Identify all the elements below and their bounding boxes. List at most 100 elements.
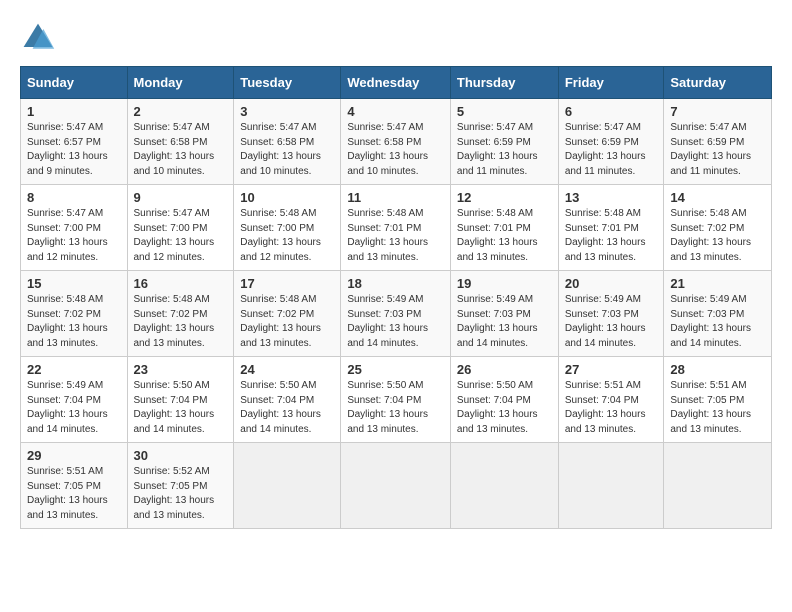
day-number: 28 [670, 362, 765, 377]
day-number: 13 [565, 190, 658, 205]
calendar-cell [234, 443, 341, 529]
day-info: Sunrise: 5:47 AM Sunset: 6:59 PM Dayligh… [457, 121, 552, 179]
weekday-header: Sunday [21, 67, 128, 99]
calendar-cell: 29 Sunrise: 5:51 AM Sunset: 7:05 PM Dayl… [21, 443, 128, 529]
day-number: 7 [670, 104, 765, 119]
calendar-cell: 28 Sunrise: 5:51 AM Sunset: 7:05 PM Dayl… [664, 357, 772, 443]
weekday-header: Monday [127, 67, 234, 99]
day-number: 18 [347, 276, 444, 291]
day-number: 23 [134, 362, 228, 377]
calendar-cell: 9 Sunrise: 5:47 AM Sunset: 7:00 PM Dayli… [127, 185, 234, 271]
day-number: 1 [27, 104, 121, 119]
day-info: Sunrise: 5:49 AM Sunset: 7:04 PM Dayligh… [27, 379, 121, 437]
day-info: Sunrise: 5:49 AM Sunset: 7:03 PM Dayligh… [670, 293, 765, 351]
day-info: Sunrise: 5:48 AM Sunset: 7:01 PM Dayligh… [565, 207, 658, 265]
calendar-cell: 11 Sunrise: 5:48 AM Sunset: 7:01 PM Dayl… [341, 185, 451, 271]
calendar-cell: 24 Sunrise: 5:50 AM Sunset: 7:04 PM Dayl… [234, 357, 341, 443]
day-info: Sunrise: 5:48 AM Sunset: 7:02 PM Dayligh… [670, 207, 765, 265]
calendar-cell [558, 443, 664, 529]
calendar-cell: 15 Sunrise: 5:48 AM Sunset: 7:02 PM Dayl… [21, 271, 128, 357]
day-info: Sunrise: 5:48 AM Sunset: 7:02 PM Dayligh… [134, 293, 228, 351]
calendar-cell: 18 Sunrise: 5:49 AM Sunset: 7:03 PM Dayl… [341, 271, 451, 357]
calendar-cell: 8 Sunrise: 5:47 AM Sunset: 7:00 PM Dayli… [21, 185, 128, 271]
calendar-cell: 13 Sunrise: 5:48 AM Sunset: 7:01 PM Dayl… [558, 185, 664, 271]
day-info: Sunrise: 5:47 AM Sunset: 7:00 PM Dayligh… [27, 207, 121, 265]
day-info: Sunrise: 5:49 AM Sunset: 7:03 PM Dayligh… [457, 293, 552, 351]
day-number: 17 [240, 276, 334, 291]
calendar-table: SundayMondayTuesdayWednesdayThursdayFrid… [20, 66, 772, 529]
day-info: Sunrise: 5:47 AM Sunset: 6:59 PM Dayligh… [670, 121, 765, 179]
calendar-week: 15 Sunrise: 5:48 AM Sunset: 7:02 PM Dayl… [21, 271, 772, 357]
day-info: Sunrise: 5:51 AM Sunset: 7:05 PM Dayligh… [670, 379, 765, 437]
day-info: Sunrise: 5:50 AM Sunset: 7:04 PM Dayligh… [134, 379, 228, 437]
calendar-cell: 27 Sunrise: 5:51 AM Sunset: 7:04 PM Dayl… [558, 357, 664, 443]
calendar-cell: 14 Sunrise: 5:48 AM Sunset: 7:02 PM Dayl… [664, 185, 772, 271]
calendar-cell [450, 443, 558, 529]
calendar-cell: 6 Sunrise: 5:47 AM Sunset: 6:59 PM Dayli… [558, 99, 664, 185]
day-number: 25 [347, 362, 444, 377]
day-info: Sunrise: 5:47 AM Sunset: 6:58 PM Dayligh… [240, 121, 334, 179]
calendar-week: 8 Sunrise: 5:47 AM Sunset: 7:00 PM Dayli… [21, 185, 772, 271]
calendar-cell: 30 Sunrise: 5:52 AM Sunset: 7:05 PM Dayl… [127, 443, 234, 529]
day-number: 14 [670, 190, 765, 205]
calendar-week: 1 Sunrise: 5:47 AM Sunset: 6:57 PM Dayli… [21, 99, 772, 185]
day-info: Sunrise: 5:47 AM Sunset: 6:57 PM Dayligh… [27, 121, 121, 179]
day-number: 3 [240, 104, 334, 119]
day-info: Sunrise: 5:51 AM Sunset: 7:05 PM Dayligh… [27, 465, 121, 523]
day-info: Sunrise: 5:48 AM Sunset: 7:01 PM Dayligh… [457, 207, 552, 265]
logo [20, 20, 62, 56]
weekday-header: Tuesday [234, 67, 341, 99]
calendar-cell [341, 443, 451, 529]
calendar-week: 22 Sunrise: 5:49 AM Sunset: 7:04 PM Dayl… [21, 357, 772, 443]
calendar-cell: 26 Sunrise: 5:50 AM Sunset: 7:04 PM Dayl… [450, 357, 558, 443]
day-info: Sunrise: 5:48 AM Sunset: 7:02 PM Dayligh… [27, 293, 121, 351]
day-number: 12 [457, 190, 552, 205]
day-info: Sunrise: 5:47 AM Sunset: 6:59 PM Dayligh… [565, 121, 658, 179]
day-number: 15 [27, 276, 121, 291]
day-info: Sunrise: 5:48 AM Sunset: 7:01 PM Dayligh… [347, 207, 444, 265]
day-info: Sunrise: 5:47 AM Sunset: 6:58 PM Dayligh… [347, 121, 444, 179]
day-info: Sunrise: 5:49 AM Sunset: 7:03 PM Dayligh… [347, 293, 444, 351]
calendar-cell [664, 443, 772, 529]
calendar-cell: 20 Sunrise: 5:49 AM Sunset: 7:03 PM Dayl… [558, 271, 664, 357]
calendar-cell: 21 Sunrise: 5:49 AM Sunset: 7:03 PM Dayl… [664, 271, 772, 357]
calendar-header: SundayMondayTuesdayWednesdayThursdayFrid… [21, 67, 772, 99]
day-number: 26 [457, 362, 552, 377]
day-number: 16 [134, 276, 228, 291]
calendar-cell: 1 Sunrise: 5:47 AM Sunset: 6:57 PM Dayli… [21, 99, 128, 185]
day-info: Sunrise: 5:51 AM Sunset: 7:04 PM Dayligh… [565, 379, 658, 437]
day-number: 29 [27, 448, 121, 463]
header [20, 20, 772, 56]
calendar-cell: 19 Sunrise: 5:49 AM Sunset: 7:03 PM Dayl… [450, 271, 558, 357]
logo-icon [20, 20, 56, 56]
day-number: 30 [134, 448, 228, 463]
day-number: 5 [457, 104, 552, 119]
day-number: 8 [27, 190, 121, 205]
day-number: 27 [565, 362, 658, 377]
day-info: Sunrise: 5:50 AM Sunset: 7:04 PM Dayligh… [347, 379, 444, 437]
day-info: Sunrise: 5:50 AM Sunset: 7:04 PM Dayligh… [240, 379, 334, 437]
day-number: 20 [565, 276, 658, 291]
calendar-week: 29 Sunrise: 5:51 AM Sunset: 7:05 PM Dayl… [21, 443, 772, 529]
calendar-cell: 23 Sunrise: 5:50 AM Sunset: 7:04 PM Dayl… [127, 357, 234, 443]
calendar-cell: 12 Sunrise: 5:48 AM Sunset: 7:01 PM Dayl… [450, 185, 558, 271]
calendar-cell: 16 Sunrise: 5:48 AM Sunset: 7:02 PM Dayl… [127, 271, 234, 357]
day-number: 19 [457, 276, 552, 291]
calendar-cell: 5 Sunrise: 5:47 AM Sunset: 6:59 PM Dayli… [450, 99, 558, 185]
weekday-header: Thursday [450, 67, 558, 99]
day-number: 24 [240, 362, 334, 377]
weekday-header: Wednesday [341, 67, 451, 99]
day-number: 10 [240, 190, 334, 205]
calendar-cell: 25 Sunrise: 5:50 AM Sunset: 7:04 PM Dayl… [341, 357, 451, 443]
day-number: 9 [134, 190, 228, 205]
weekday-header: Friday [558, 67, 664, 99]
day-info: Sunrise: 5:48 AM Sunset: 7:02 PM Dayligh… [240, 293, 334, 351]
calendar-cell: 3 Sunrise: 5:47 AM Sunset: 6:58 PM Dayli… [234, 99, 341, 185]
calendar-cell: 22 Sunrise: 5:49 AM Sunset: 7:04 PM Dayl… [21, 357, 128, 443]
day-number: 22 [27, 362, 121, 377]
calendar-cell: 10 Sunrise: 5:48 AM Sunset: 7:00 PM Dayl… [234, 185, 341, 271]
day-number: 6 [565, 104, 658, 119]
day-info: Sunrise: 5:48 AM Sunset: 7:00 PM Dayligh… [240, 207, 334, 265]
day-info: Sunrise: 5:50 AM Sunset: 7:04 PM Dayligh… [457, 379, 552, 437]
day-number: 11 [347, 190, 444, 205]
